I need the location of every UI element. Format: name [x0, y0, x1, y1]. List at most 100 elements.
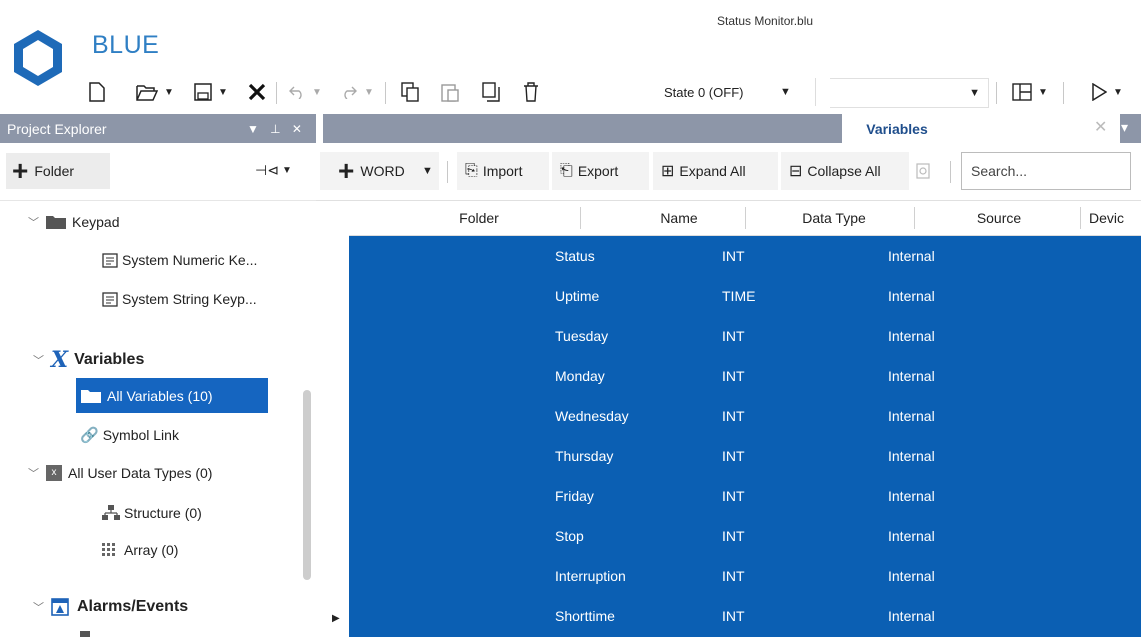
tree-section-alarms[interactable]: ﹀ Alarms/Events: [33, 598, 188, 616]
search-input[interactable]: Search...: [961, 152, 1131, 190]
open-file-button[interactable]: ▼: [134, 79, 176, 105]
undo-button[interactable]: ▼: [284, 79, 326, 105]
pin-menu-button[interactable]: ⊣⊲ ▼: [255, 162, 292, 179]
column-header-source[interactable]: Source: [919, 201, 1079, 235]
project-tree: ﹀ Keypad System Numeric Ke... System Str…: [0, 201, 316, 637]
chevron-down-icon: ﹀: [28, 217, 39, 229]
find-icon[interactable]: [916, 163, 930, 179]
table-row[interactable]: Uptime TIME Internal: [349, 276, 1141, 316]
export-button[interactable]: ⎗ Export: [552, 152, 649, 190]
chevron-down-icon: ▼: [312, 86, 322, 98]
import-icon: ⎘: [465, 162, 478, 179]
user-type-icon: x: [46, 465, 62, 481]
table-row[interactable]: Interruption INT Internal: [349, 556, 1141, 596]
redo-button[interactable]: ▼: [336, 79, 378, 105]
grid-rows: Status INT Internal Uptime TIME Internal…: [349, 236, 1141, 637]
table-row[interactable]: Shorttime INT Internal: [349, 596, 1141, 636]
variable-x-icon: X: [51, 347, 69, 373]
table-row[interactable]: Status INT Internal: [349, 236, 1141, 276]
state-select[interactable]: State 0 (OFF) ▼: [653, 78, 816, 106]
layout-icon: [1012, 83, 1032, 101]
pin-icon: ⊣⊲: [255, 162, 279, 178]
project-explorer-toolbar: + Folder ⊣⊲ ▼: [0, 143, 316, 201]
link-icon: 🔗: [80, 427, 99, 444]
chevron-down-icon: ▼: [364, 86, 374, 98]
expand-icon: ⊞: [661, 163, 675, 180]
secondary-select[interactable]: ▼: [830, 78, 989, 108]
redo-icon: [344, 86, 358, 99]
tree-item-partial: [80, 631, 90, 637]
tree-section-variables[interactable]: ﹀ X Variables: [33, 347, 144, 373]
app-name: BLUE: [92, 31, 160, 59]
undo-icon: [289, 86, 302, 99]
chevron-down-icon: ▼: [164, 86, 174, 98]
state-select-value: State 0 (OFF): [664, 84, 744, 100]
variables-toolbar: + WORD ▼ ⎘ Import ⎗ Export ⊞ Expand All …: [316, 143, 1141, 201]
table-row[interactable]: Monday INT Internal: [349, 356, 1141, 396]
table-row[interactable]: Thursday INT Internal: [349, 436, 1141, 476]
delete-icon[interactable]: [518, 79, 544, 105]
chevron-down-icon: ▼: [422, 165, 433, 177]
folder-icon: [46, 216, 66, 229]
project-explorer-header: Project Explorer ▼ ⊥ ✕: [0, 114, 316, 143]
duplicate-icon[interactable]: [478, 79, 504, 105]
tree-item-all-variables[interactable]: All Variables (10): [76, 378, 268, 413]
table-row[interactable]: Tuesday INT Internal: [349, 316, 1141, 356]
document-tab-strip: Variables ✕ ▾: [323, 114, 1141, 143]
chevron-down-icon: ▼: [780, 86, 791, 98]
panel-title: Project Explorer: [7, 120, 107, 137]
chevron-down-icon: ▼: [218, 86, 228, 98]
close-icon[interactable]: ✕: [1094, 117, 1107, 137]
tree-item-symbol-link[interactable]: 🔗 Symbol Link: [80, 426, 179, 444]
tree-item-structure[interactable]: Structure (0): [102, 505, 202, 521]
chevron-down-icon: ﹀: [28, 468, 39, 480]
alarm-icon: [51, 598, 69, 616]
tree-item-user-data-types[interactable]: ﹀ x All User Data Types (0): [28, 465, 212, 481]
play-icon: [1092, 83, 1108, 101]
row-header-column: [323, 201, 350, 637]
chevron-down-icon: ﹀: [33, 355, 44, 367]
title-bar: BLUE Status Monitor.blu ▼ ▼ ▼ ▼ State 0 …: [0, 0, 1141, 112]
column-header-device[interactable]: Devic: [1089, 201, 1141, 235]
import-button[interactable]: ⎘ Import: [457, 152, 549, 190]
structure-icon: [102, 505, 120, 520]
grid-column-header: Folder Name Data Type Source Devic: [349, 201, 1141, 236]
collapse-all-button[interactable]: ⊟ Collapse All: [781, 152, 909, 190]
chevron-down-icon: ▼: [1038, 86, 1048, 98]
chevron-down-icon: ▼: [969, 87, 980, 99]
add-word-button[interactable]: + WORD ▼: [320, 152, 439, 190]
expand-all-button[interactable]: ⊞ Expand All: [653, 152, 778, 190]
column-header-data-type[interactable]: Data Type: [749, 201, 919, 235]
close-icon[interactable]: [245, 79, 269, 105]
tree-scrollbar[interactable]: [303, 390, 311, 580]
table-row[interactable]: Stop INT Internal: [349, 516, 1141, 556]
plus-icon: +: [338, 155, 355, 186]
tab-menu-icon[interactable]: ▾: [1121, 119, 1128, 136]
table-row[interactable]: Friday INT Internal: [349, 476, 1141, 516]
tree-item-keypad[interactable]: ﹀ Keypad: [28, 214, 119, 230]
column-header-name[interactable]: Name: [599, 201, 759, 235]
tree-item-array[interactable]: Array (0): [102, 542, 178, 558]
current-row-marker-icon: ▶: [332, 613, 340, 624]
window-title: Status Monitor.blu: [717, 14, 814, 28]
paste-icon[interactable]: [437, 79, 463, 105]
table-row[interactable]: Wednesday INT Internal: [349, 396, 1141, 436]
column-header-folder[interactable]: Folder: [409, 201, 549, 235]
add-folder-button[interactable]: + Folder: [6, 153, 110, 189]
copy-icon[interactable]: [397, 79, 423, 105]
folder-icon: [81, 389, 101, 403]
variables-grid: Folder Name Data Type Source Devic Statu…: [323, 201, 1141, 637]
save-icon: [194, 83, 212, 101]
panel-controls[interactable]: ▼ ⊥ ✕: [247, 122, 306, 136]
new-file-icon[interactable]: [86, 79, 108, 105]
export-icon: ⎗: [560, 162, 573, 179]
tree-item-system-numeric[interactable]: System Numeric Ke...: [102, 252, 257, 268]
save-button[interactable]: ▼: [190, 79, 232, 105]
collapse-icon: ⊟: [789, 163, 803, 180]
blue-logo-icon: [10, 27, 66, 89]
tree-item-system-string[interactable]: System String Keyp...: [102, 291, 257, 307]
run-button[interactable]: ▼: [1082, 79, 1132, 105]
screen-icon: [102, 252, 118, 268]
layout-button[interactable]: ▼: [1006, 79, 1054, 105]
tab-variables[interactable]: Variables ✕: [842, 114, 1120, 143]
